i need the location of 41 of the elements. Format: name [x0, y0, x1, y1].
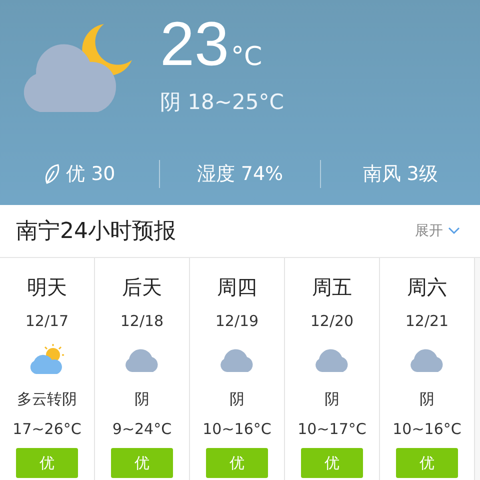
air-quality-badge: 优 [111, 448, 173, 478]
current-temperature: 23 [160, 12, 229, 78]
day-date: 12/20 [310, 312, 354, 330]
air-quality-badge: 优 [206, 448, 268, 478]
forecast-day-card[interactable]: 周六 12/21 阴 10~16°C 优 [380, 258, 475, 480]
chevron-down-icon [448, 227, 460, 235]
sun-cloud-icon [28, 344, 66, 376]
day-condition: 阴 [324, 390, 340, 409]
forecast-day-card[interactable]: 周五 12/20 阴 10~17°C 优 [285, 258, 380, 480]
day-temperature: 9~24°C [112, 420, 172, 438]
forecast-day-card[interactable]: 周四 12/19 阴 10~16°C 优 [190, 258, 285, 480]
expand-toggle[interactable]: 展开 [415, 222, 460, 240]
air-quality-badge: 优 [301, 448, 363, 478]
weather-stat: 南风 3级 [362, 162, 438, 187]
day-condition: 阴 [134, 390, 150, 409]
weather-stat: 优 30 [66, 162, 116, 187]
day-temperature: 17~26°C [12, 420, 82, 438]
day-name: 周四 [217, 274, 257, 300]
day-condition: 阴 [230, 390, 244, 409]
forecast-day-card[interactable]: 后天 12/18 阴 9~24°C 优 [95, 258, 190, 480]
temperature-unit: °C [230, 42, 262, 72]
day-condition: 多云转阴 [17, 390, 77, 409]
day-date: 12/21 [405, 312, 449, 330]
day-temperature: 10~17°C [298, 420, 366, 438]
day-name: 周六 [407, 274, 447, 300]
day-date: 12/18 [120, 312, 164, 330]
day-date: 12/17 [25, 312, 69, 330]
air-quality-badge: 优 [396, 448, 458, 478]
current-condition: 阴 18~25°C [160, 89, 284, 116]
day-condition: 阴 [420, 390, 434, 409]
leaf-icon [44, 163, 60, 185]
day-name: 周五 [312, 274, 352, 300]
day-temperature: 10~16°C [392, 420, 462, 438]
day-name: 明天 [27, 274, 67, 300]
forecast-title: 南宁24小时预报 [16, 218, 176, 246]
weather-stat: 湿度 74% [196, 162, 284, 187]
air-quality-badge: 优 [16, 448, 78, 478]
day-name: 后天 [122, 274, 162, 300]
day-temperature: 10~16°C [202, 420, 272, 438]
forecast-day-card[interactable]: 明天 12/17 多云转阴 17~26°C 优 [0, 258, 95, 480]
day-date: 12/19 [215, 312, 259, 330]
